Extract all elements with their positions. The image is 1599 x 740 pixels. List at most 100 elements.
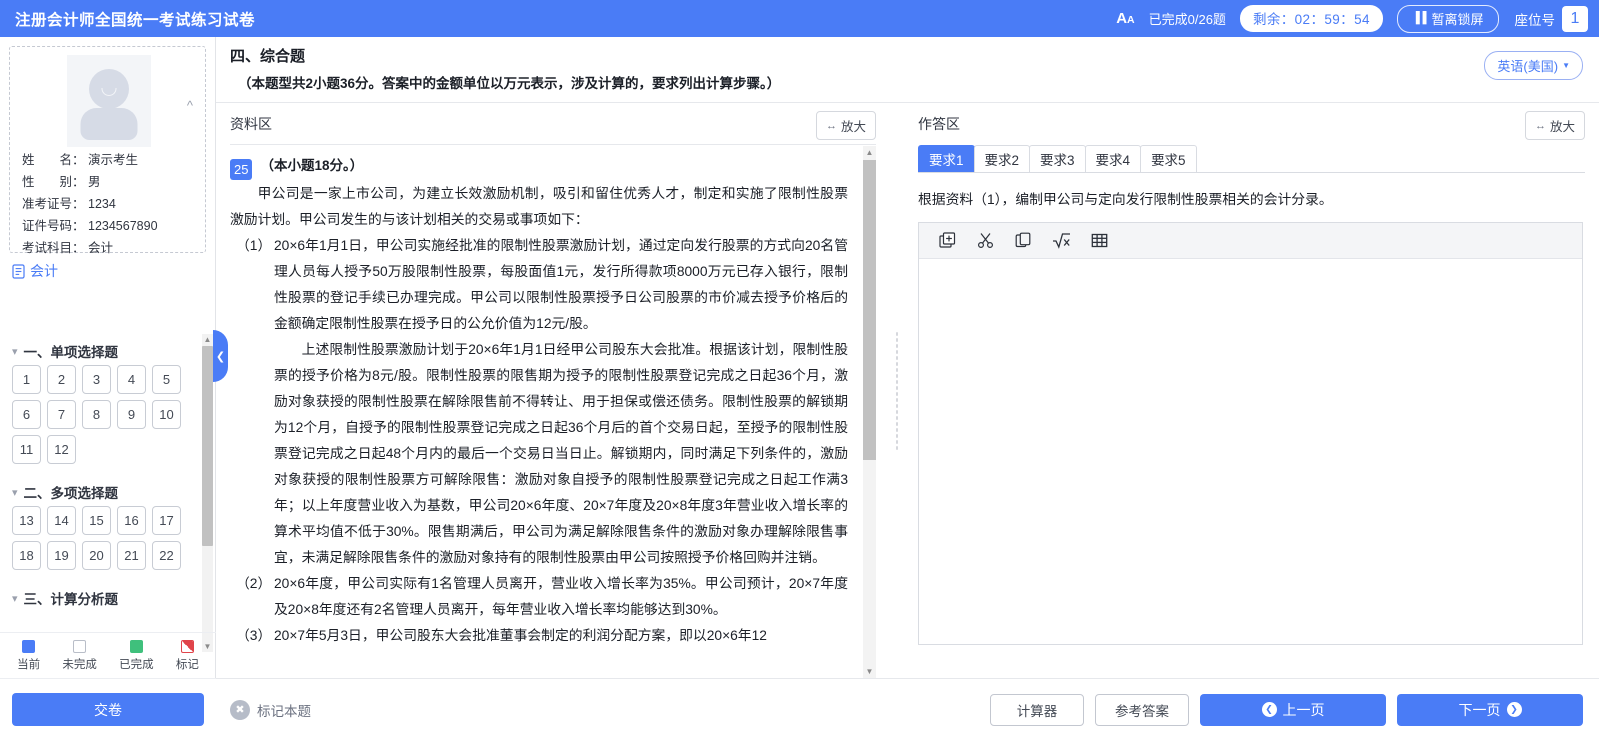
question-button[interactable]: 2 (47, 365, 76, 394)
legend-swatch-complete-icon (129, 639, 143, 653)
list-marker-empty (236, 337, 274, 571)
question-grid-1: 1 2 3 4 5 6 7 8 9 10 11 12 (12, 365, 198, 464)
material-scroll-area[interactable]: 25 （本小题18分。） 甲公司是一家上市公司，为建立长效激励机制，吸引和留住优秀… (230, 145, 858, 678)
nav-section-label: 二、多项选择题 (23, 486, 119, 501)
avatar-wrap: ^ (22, 55, 195, 147)
copy-icon[interactable] (1011, 229, 1035, 253)
chevron-up-icon[interactable]: ^ (187, 99, 193, 112)
legend-item-flagged: 标记 (175, 639, 199, 672)
question-button[interactable]: 8 (82, 400, 111, 429)
question-button[interactable]: 12 (47, 435, 76, 464)
answer-editor (918, 222, 1583, 645)
document-icon (12, 263, 25, 279)
question-button[interactable]: 22 (152, 541, 181, 570)
question-button[interactable]: 15 (82, 506, 111, 535)
pane-resize-handle[interactable] (890, 104, 904, 678)
info-row: 姓 名： 演示考生 (22, 152, 195, 169)
question-button[interactable]: 19 (47, 541, 76, 570)
question-button[interactable]: 18 (12, 541, 41, 570)
question-points: （本小题18分。） (260, 158, 364, 173)
question-button[interactable]: 14 (47, 506, 76, 535)
question-button[interactable]: 20 (82, 541, 111, 570)
legend-label: 未完成 (62, 658, 97, 671)
scroll-up-icon[interactable]: ▲ (202, 334, 213, 345)
bottom-bar: ✖ 标记本题 计算器 参考答案 ❮ 上一页 下一页 ❯ (216, 678, 1599, 740)
countdown-timer: 剩余：02：59：54 (1239, 5, 1383, 32)
chevron-down-icon: ▼ (1562, 61, 1570, 70)
question-button[interactable]: 9 (117, 400, 146, 429)
tab-requirement-5[interactable]: 要求5 (1140, 145, 1197, 172)
legend-item-current: 当前 (17, 639, 40, 672)
tab-requirement-4[interactable]: 要求4 (1084, 145, 1142, 172)
chevron-down-icon: ▾ (12, 592, 18, 605)
prev-page-label: 上一页 (1282, 701, 1325, 718)
info-label: 考试科目： (22, 241, 85, 255)
scrollbar-thumb[interactable] (863, 160, 876, 460)
answer-input-area[interactable] (919, 260, 1582, 644)
info-label: 性 别： (22, 175, 85, 189)
info-value: 会计 (88, 241, 114, 255)
question-button[interactable]: 3 (82, 365, 111, 394)
scroll-up-icon[interactable]: ▲ (863, 146, 876, 159)
scroll-down-icon[interactable]: ▼ (863, 665, 876, 678)
flag-question-button[interactable]: ✖ 标记本题 (230, 699, 311, 720)
prev-page-button[interactable]: ❮ 上一页 (1200, 693, 1386, 726)
list-marker: （2） (236, 576, 272, 591)
info-row: 性 别： 男 (22, 174, 195, 191)
question-button[interactable]: 11 (12, 435, 41, 464)
formula-sqrt-icon[interactable] (1049, 229, 1073, 253)
question-button[interactable]: 4 (117, 365, 146, 394)
legend-label: 标记 (175, 658, 199, 671)
tab-requirement-1[interactable]: 要求1 (918, 145, 975, 172)
main-content: 四、综合题 （本题型共2小题36分。答案中的金额单位以万元表示，涉及计算的，要求… (216, 37, 1599, 678)
chevron-down-icon: ▾ (12, 486, 18, 499)
seat-number: 1 (1562, 5, 1588, 32)
list-marker: （1） (236, 238, 272, 253)
info-value: 1234567890 (88, 219, 158, 233)
nav-section-header-3[interactable]: ▾ 三、计算分析题 (12, 588, 216, 608)
table-icon[interactable] (1087, 229, 1111, 253)
resize-dots-icon (894, 331, 900, 451)
question-button[interactable]: 7 (47, 400, 76, 429)
requirement-text: 根据资料（1），编制甲公司与定向发行限制性股票相关的会计分录。 (918, 192, 1333, 207)
question-button[interactable]: 21 (117, 541, 146, 570)
font-size-icon[interactable]: AA (1116, 11, 1134, 26)
tab-requirement-3[interactable]: 要求3 (1029, 145, 1086, 172)
question-button[interactable]: 5 (152, 365, 181, 394)
avatar-body-icon (80, 108, 137, 140)
question-button[interactable]: 10 (152, 400, 181, 429)
status-legend: 当前 未完成 已完成 标记 (0, 632, 216, 678)
sidebar-collapse-handle[interactable]: ❮ (213, 330, 228, 382)
calculator-button[interactable]: 计算器 (990, 693, 1084, 726)
material-zoom-button[interactable]: ↔ 放大 (815, 111, 876, 140)
sidebar: ^ 姓 名： 演示考生 性 别： 男 准考证号： 1234 证件号码： 1234… (0, 37, 216, 678)
nav-section-header-1[interactable]: ▾ 一、单项选择题 (12, 341, 216, 361)
language-select[interactable]: 英语(美国) ▼ (1484, 51, 1583, 80)
sidebar-scrollbar[interactable]: ▲ ▼ (202, 334, 213, 652)
question-button[interactable]: 13 (12, 506, 41, 535)
material-scrollbar[interactable]: ▲ ▼ (863, 146, 876, 678)
tab-requirement-2[interactable]: 要求2 (973, 145, 1031, 172)
avatar (66, 55, 151, 147)
question-button[interactable]: 6 (12, 400, 41, 429)
question-button[interactable]: 16 (117, 506, 146, 535)
bottom-actions: 计算器 参考答案 ❮ 上一页 下一页 ❯ (990, 693, 1583, 726)
question-button[interactable]: 1 (12, 365, 41, 394)
insert-icon[interactable] (935, 229, 959, 253)
candidate-profile-card: ^ 姓 名： 演示考生 性 别： 男 准考证号： 1234 证件号码： 1234… (9, 46, 206, 255)
reference-answer-button[interactable]: 参考答案 (1095, 693, 1189, 726)
chevron-right-icon: ❯ (1506, 702, 1522, 717)
lock-screen-button[interactable]: ▐▐ 暂离锁屏 (1396, 4, 1499, 33)
next-page-button[interactable]: 下一页 ❯ (1397, 693, 1583, 726)
answer-zoom-button[interactable]: ↔ 放大 (1524, 111, 1585, 140)
question-button[interactable]: 17 (152, 506, 181, 535)
font-size-icon-small: A (1127, 14, 1135, 26)
legend-item-incomplete: 未完成 (62, 639, 97, 672)
cut-scissors-icon[interactable] (973, 229, 997, 253)
nav-section-header-2[interactable]: ▾ 二、多项选择题 (12, 482, 216, 502)
material-pane-header: 资料区 ↔ 放大 (216, 104, 890, 144)
question-number-badge: 25 (230, 159, 253, 180)
scrollbar-thumb[interactable] (202, 346, 213, 546)
submit-exam-button[interactable]: 交卷 (12, 693, 204, 726)
nav-section-label: 三、计算分析题 (23, 592, 119, 607)
